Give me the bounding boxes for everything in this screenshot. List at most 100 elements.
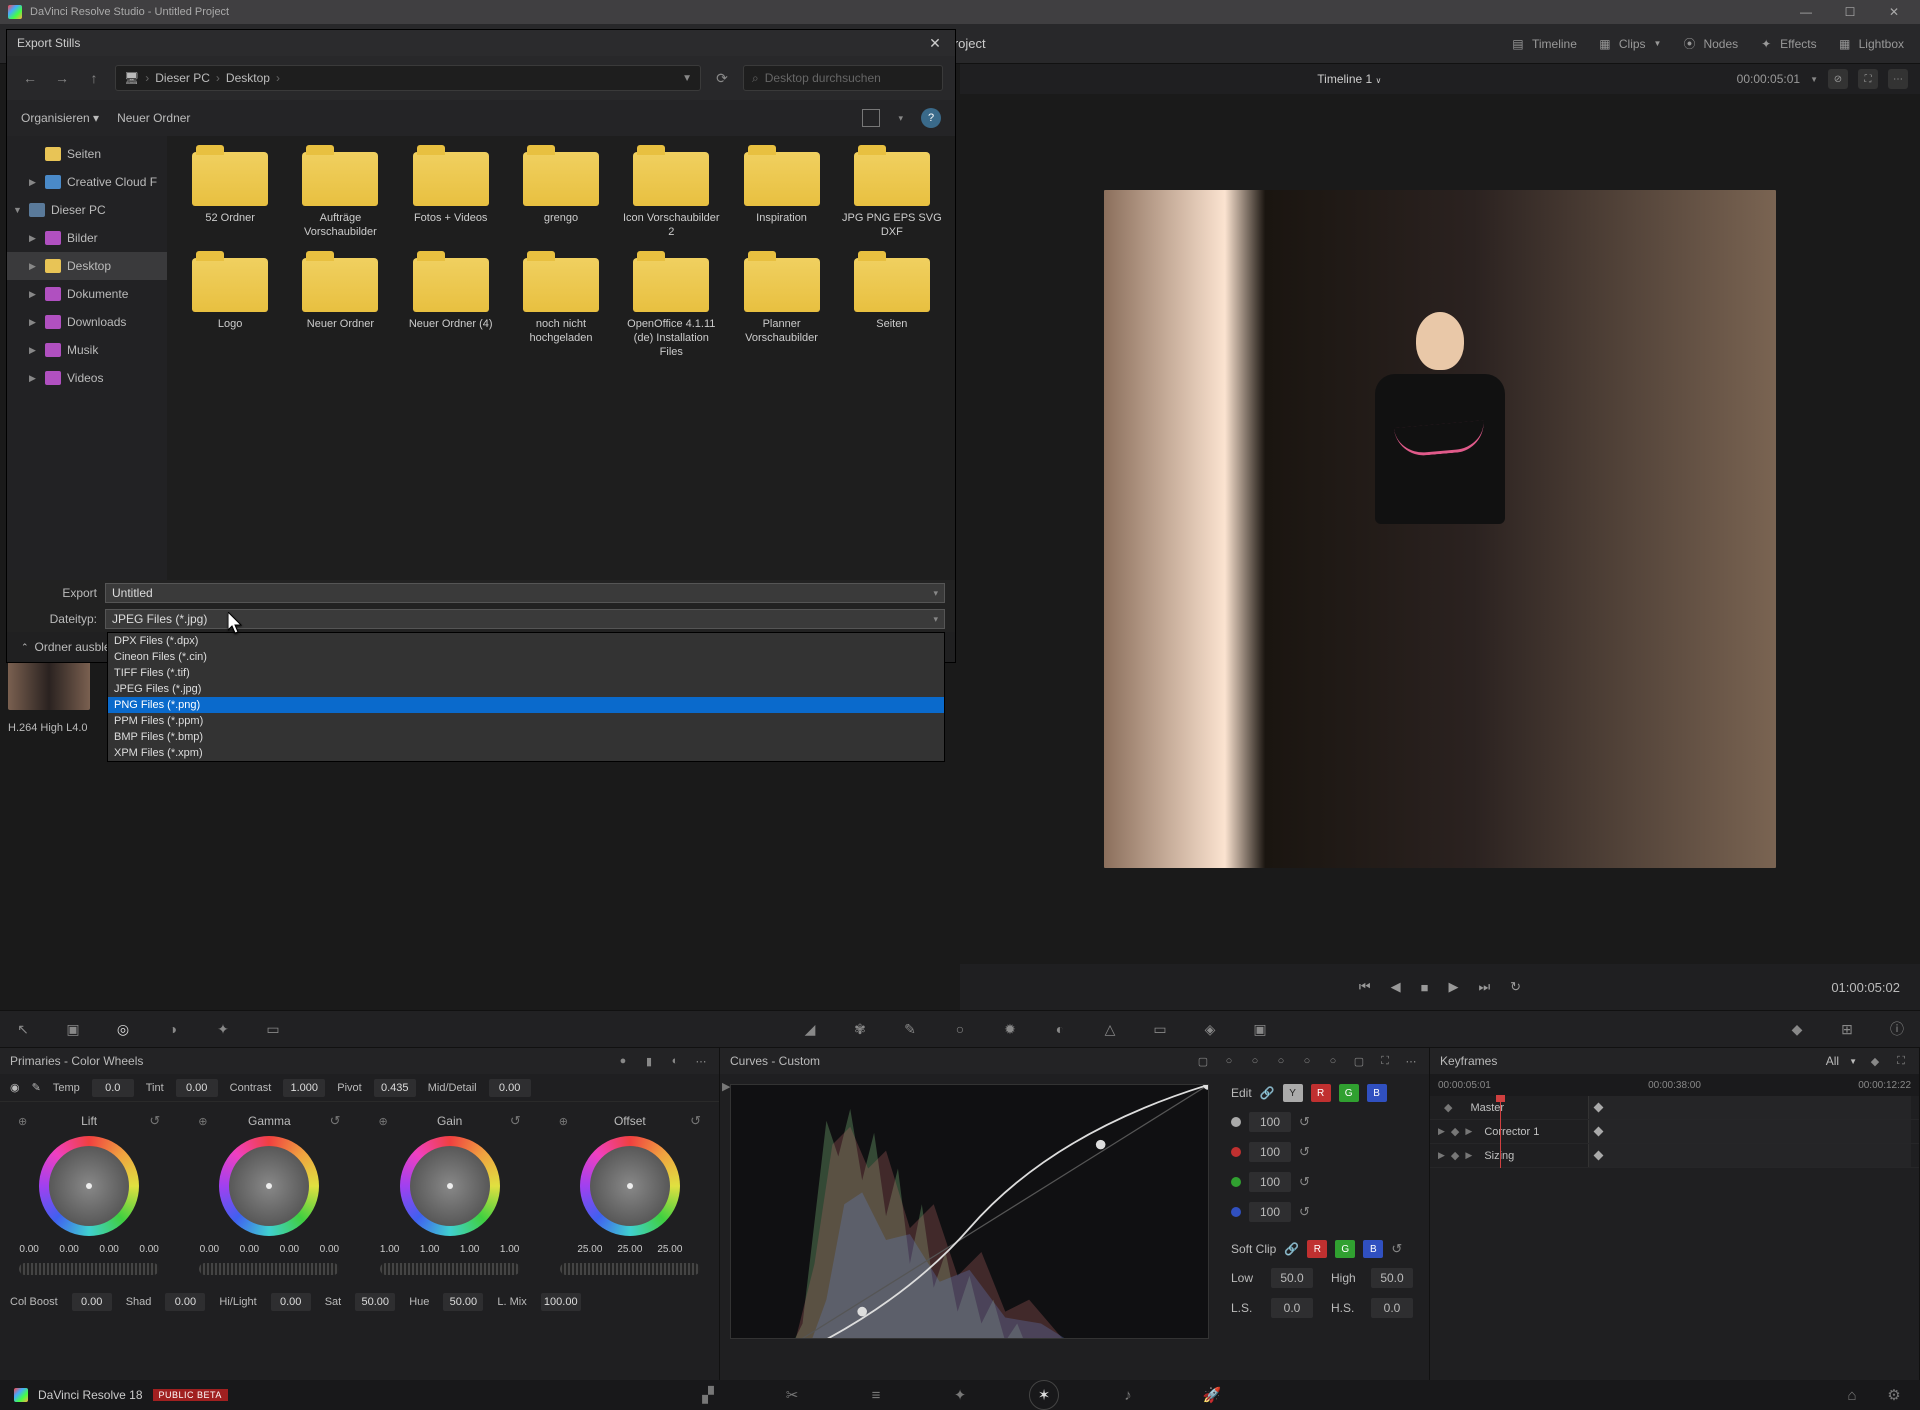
viewer-menu-button[interactable]: ⋯ xyxy=(1888,69,1908,89)
loop-button[interactable]: ↻ xyxy=(1510,979,1521,995)
refresh-button[interactable]: ⟳ xyxy=(711,67,733,89)
folder-item[interactable]: OpenOffice 4.1.11 (de) Installation File… xyxy=(618,258,724,359)
hue-value[interactable]: 50.00 xyxy=(443,1293,483,1311)
fairlight-page-icon[interactable]: ♪ xyxy=(1116,1383,1140,1407)
filetype-option[interactable]: Cineon Files (*.cin) xyxy=(108,649,944,665)
folder-item[interactable]: noch nicht hochgeladen xyxy=(508,258,614,359)
picker-icon[interactable]: ✎ xyxy=(899,1018,921,1040)
edit-page-icon[interactable]: ≡ xyxy=(864,1383,888,1407)
crop-tool-icon[interactable]: ▣ xyxy=(62,1018,84,1040)
breadcrumb[interactable]: 🖥› Dieser PC› Desktop› ▼ xyxy=(115,65,701,91)
ls-value[interactable]: 0.0 xyxy=(1271,1298,1313,1318)
clips-button[interactable]: ▦Clips▼ xyxy=(1597,36,1662,52)
softclip-b-button[interactable]: B xyxy=(1363,1240,1383,1258)
color-page-icon[interactable]: ✶ xyxy=(1032,1383,1056,1407)
wheel-value[interactable]: 1.00 xyxy=(493,1244,527,1255)
viewer[interactable] xyxy=(960,94,1920,964)
zoom-icon[interactable]: ▭ xyxy=(262,1018,284,1040)
sizing-icon[interactable]: ▭ xyxy=(1149,1018,1171,1040)
settings-icon[interactable]: ⚙ xyxy=(1882,1383,1906,1407)
filetype-option[interactable]: DPX Files (*.dpx) xyxy=(108,633,944,649)
wheel-value[interactable]: 25.00 xyxy=(653,1244,687,1255)
keyframe-track[interactable]: ▶◆▶Corrector 1 xyxy=(1430,1120,1919,1144)
curves-qual-icon[interactable]: ◢ xyxy=(799,1018,821,1040)
kf-diamond-icon[interactable]: ◆ xyxy=(1867,1053,1883,1069)
shad-value[interactable]: 0.00 xyxy=(165,1293,205,1311)
dialog-close-button[interactable]: ✕ xyxy=(925,35,945,52)
edit-r-button[interactable]: R xyxy=(1311,1084,1331,1102)
softclip-g-button[interactable]: G xyxy=(1335,1240,1355,1258)
bars-mode-icon[interactable]: ▮ xyxy=(641,1053,657,1069)
playhead[interactable] xyxy=(1500,1096,1501,1168)
back-button[interactable]: ← xyxy=(19,67,41,89)
colboost-value[interactable]: 0.00 xyxy=(72,1293,112,1311)
y-intensity[interactable]: 100 xyxy=(1249,1112,1291,1132)
reset-softclip-icon[interactable]: ↺ xyxy=(1391,1241,1402,1257)
wheel-value[interactable]: 1.00 xyxy=(453,1244,487,1255)
forward-button[interactable]: → xyxy=(51,67,73,89)
folder-tree[interactable]: Seiten▶Creative Cloud F▼Dieser PC▶Bilder… xyxy=(7,136,167,580)
organize-button[interactable]: Organisieren ▾ xyxy=(21,111,99,125)
cut-page-icon[interactable]: ✂ xyxy=(780,1383,804,1407)
filetype-option[interactable]: PPM Files (*.ppm) xyxy=(108,713,944,729)
keyframe-track[interactable]: ▶◆▶Sizing xyxy=(1430,1144,1919,1168)
filetype-option[interactable]: XPM Files (*.xpm) xyxy=(108,745,944,761)
gain-wheel[interactable] xyxy=(400,1136,500,1236)
minimize-button[interactable]: — xyxy=(1788,2,1824,22)
high-value[interactable]: 50.0 xyxy=(1371,1268,1413,1288)
tree-item[interactable]: ▶Bilder xyxy=(7,224,167,252)
bypass-button[interactable]: ⊘ xyxy=(1828,69,1848,89)
awb-icon[interactable]: ✎ xyxy=(32,1081,41,1094)
close-button[interactable]: ✕ xyxy=(1876,2,1912,22)
sat-value[interactable]: 50.00 xyxy=(355,1293,395,1311)
view-toggle-button[interactable] xyxy=(862,109,880,127)
log-mode-icon[interactable]: ◐ xyxy=(667,1053,683,1069)
scopes-icon[interactable]: ⊞ xyxy=(1836,1018,1858,1040)
3d-icon[interactable]: ◈ xyxy=(1199,1018,1221,1040)
curves-menu-icon[interactable]: ⋯ xyxy=(1403,1053,1419,1069)
help-button[interactable]: ? xyxy=(921,108,941,128)
cursor-tool-icon[interactable]: ↖ xyxy=(12,1018,34,1040)
wheel-value[interactable]: 1.00 xyxy=(413,1244,447,1255)
home-icon[interactable]: ⌂ xyxy=(1840,1383,1864,1407)
tree-item[interactable]: ▶Desktop xyxy=(7,252,167,280)
sat-sat-icon[interactable]: ○ xyxy=(1325,1053,1341,1069)
hilight-value[interactable]: 0.00 xyxy=(271,1293,311,1311)
deliver-page-icon[interactable]: 🚀 xyxy=(1200,1383,1224,1407)
image-wipe-icon[interactable]: ◎ xyxy=(112,1018,134,1040)
up-button[interactable]: ↑ xyxy=(83,67,105,89)
maximize-button[interactable]: ☐ xyxy=(1832,2,1868,22)
wheel-value[interactable]: 25.00 xyxy=(613,1244,647,1255)
hue-sat-icon[interactable]: ○ xyxy=(1247,1053,1263,1069)
softclip-r-button[interactable]: R xyxy=(1307,1240,1327,1258)
folder-item[interactable]: Fotos + Videos xyxy=(398,152,504,240)
reset-icon[interactable]: ↺ xyxy=(330,1113,341,1129)
reset-b-icon[interactable]: ↺ xyxy=(1299,1204,1310,1220)
blur-icon[interactable]: ◐ xyxy=(1049,1018,1071,1040)
folder-item[interactable]: Planner Vorschaubilder xyxy=(728,258,834,359)
filetype-option[interactable]: PNG Files (*.png) xyxy=(108,697,944,713)
custom-curve-icon[interactable]: ▢ xyxy=(1195,1053,1211,1069)
lightbox-button[interactable]: ▦Lightbox xyxy=(1837,36,1904,52)
primaries-menu-icon[interactable]: ⋯ xyxy=(693,1053,709,1069)
wheel-value[interactable]: 25.00 xyxy=(573,1244,607,1255)
folder-item[interactable]: JPG PNG EPS SVG DXF xyxy=(839,152,945,240)
info-icon[interactable]: ⓘ xyxy=(1886,1018,1908,1040)
play-reverse-button[interactable]: ◀ xyxy=(1391,979,1401,995)
reset-y-icon[interactable]: ↺ xyxy=(1299,1114,1310,1130)
contrast-value[interactable]: 1.000 xyxy=(283,1079,325,1097)
folder-item[interactable]: 52 Ordner xyxy=(177,152,283,240)
play-button[interactable]: ▶ xyxy=(1448,979,1458,995)
gamma-wheel[interactable] xyxy=(219,1136,319,1236)
first-frame-button[interactable]: ⏮ xyxy=(1359,979,1371,995)
window-icon[interactable]: ○ xyxy=(949,1018,971,1040)
keyframes-all-button[interactable]: All xyxy=(1826,1054,1839,1068)
tracker-icon[interactable]: ✹ xyxy=(999,1018,1021,1040)
timeline-button[interactable]: ▤Timeline xyxy=(1510,36,1577,52)
pivot-value[interactable]: 0.435 xyxy=(374,1079,416,1097)
offset-wheel[interactable] xyxy=(580,1136,680,1236)
folder-item[interactable]: Logo xyxy=(177,258,283,359)
edit-b-button[interactable]: B xyxy=(1367,1084,1387,1102)
tint-value[interactable]: 0.00 xyxy=(176,1079,218,1097)
wheel-value[interactable]: 1.00 xyxy=(373,1244,407,1255)
